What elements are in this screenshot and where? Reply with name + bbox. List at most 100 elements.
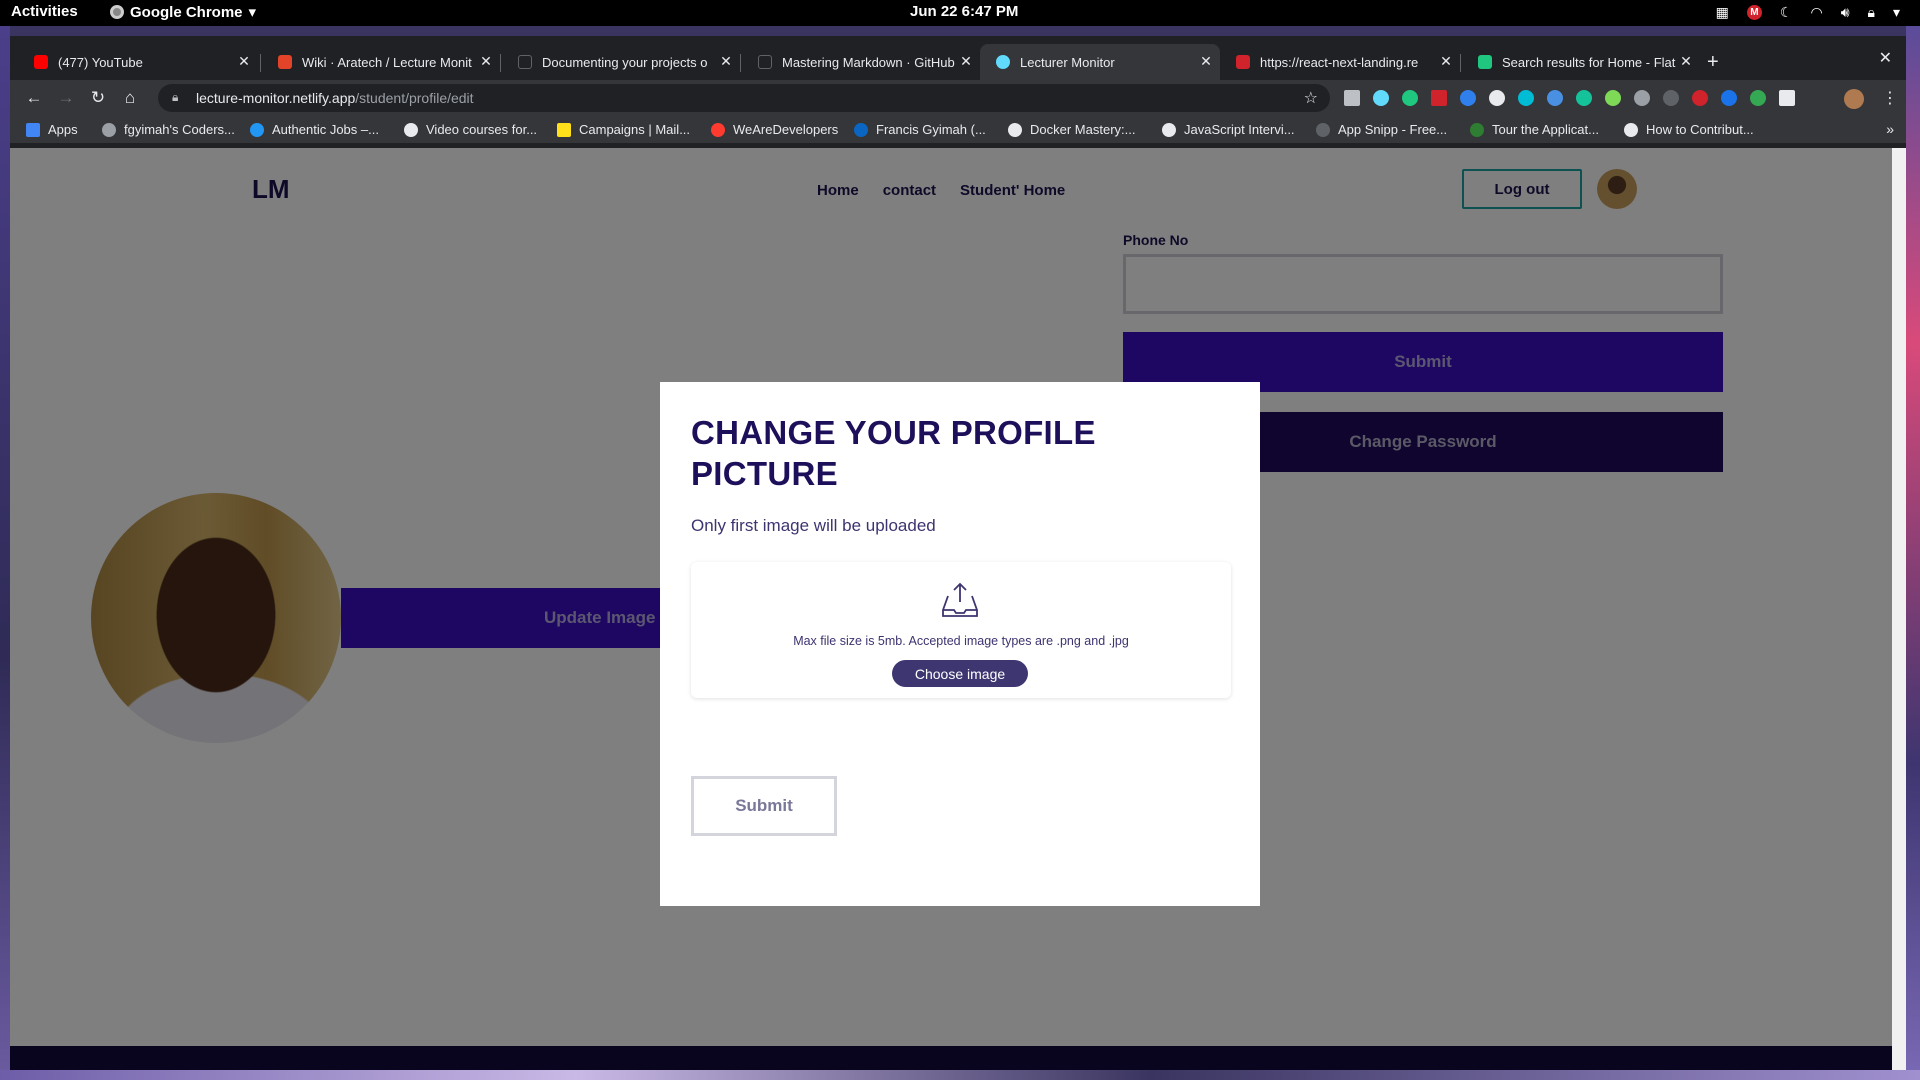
github-icon [758,55,772,69]
grammarly-icon[interactable] [1576,90,1592,106]
bookmark-label: Video courses for... [426,122,538,137]
url-path: /student/profile/edit [355,90,474,106]
chevron-down-icon[interactable]: ▾ [1893,4,1900,21]
shield-icon [1470,122,1484,137]
activities-button[interactable]: Activities [11,3,78,20]
lock-icon[interactable]: 🔒︎ [172,90,178,105]
bookmark-item[interactable]: Francis Gyimah (... [854,122,986,137]
tab-strip: (477) YouTube ✕ Wiki · Aratech / Lecture… [10,36,1906,84]
bookmark-item[interactable]: How to Contribut... [1624,122,1754,137]
puzzle-icon[interactable] [1779,90,1795,106]
bookmark-item[interactable]: Tour the Applicat... [1470,122,1599,137]
extension-icon[interactable] [1721,90,1737,106]
tab-title: Lecturer Monitor [1020,54,1115,70]
tab-lecturer-monitor[interactable]: Lecturer Monitor ✕ [980,44,1220,80]
extension-icon[interactable] [1489,90,1505,106]
lock-icon[interactable]: 🔒︎ [1868,4,1875,21]
chevron-down-icon: ▾ [248,4,257,21]
extension-icon[interactable] [1402,90,1418,106]
home-icon[interactable]: ⌂ [120,88,140,108]
vuetify-icon[interactable] [1344,90,1360,106]
workspace-icon[interactable]: ▦ [1716,4,1729,21]
tab-title: https://react-next-landing.re [1260,54,1419,70]
close-icon[interactable]: ✕ [478,53,494,70]
wifi-icon[interactable]: ◠ [1810,4,1822,21]
close-icon[interactable]: ✕ [958,53,974,70]
bookmark-label: Francis Gyimah (... [876,122,986,137]
mega-icon[interactable] [1692,90,1708,106]
clock[interactable]: Jun 22 6:47 PM [910,3,1018,20]
night-light-icon[interactable]: ☾ [1780,4,1793,21]
bookmark-item[interactable]: WeAreDevelopers [711,122,838,137]
upload-tray-icon [942,582,978,617]
bookmark-label: fgyimah's Coders... [124,122,235,137]
extension-icon[interactable] [1431,90,1447,106]
extension-icon[interactable] [1547,90,1563,106]
bookmark-item[interactable]: App Snipp - Free... [1316,122,1447,137]
tab-markdown[interactable]: Mastering Markdown · GitHub ✕ [742,44,980,80]
github-icon [518,55,532,69]
address-bar[interactable]: 🔒︎ lecture-monitor.netlify.app/student/p… [158,84,1330,112]
tab-documenting[interactable]: Documenting your projects o ✕ [502,44,740,80]
back-icon[interactable]: ← [24,88,44,108]
dropzone-hint: Max file size is 5mb. Accepted image typ… [793,634,1129,648]
bookmark-item[interactable]: Video courses for... [404,122,537,137]
modal-submit-button[interactable]: Submit [691,776,837,836]
close-icon[interactable]: ✕ [236,53,252,70]
tab-separator [1460,54,1461,72]
bookmark-label: JavaScript Intervi... [1184,122,1295,137]
bookmark-label: Tour the Applicat... [1492,122,1599,137]
change-picture-modal: CHANGE YOUR PROFILE PICTURE Only first i… [660,382,1260,906]
tab-flat-search[interactable]: Search results for Home - Flat ✕ [1462,44,1700,80]
scrollbar[interactable] [1892,148,1906,1070]
gnome-top-bar: Activities Google Chrome ▾ Jun 22 6:47 P… [0,0,1920,26]
globe-icon [1162,122,1176,137]
close-icon[interactable]: ✕ [718,53,734,70]
menu-icon[interactable]: ⋮ [1882,88,1898,108]
bookmark-star-icon[interactable]: ☆ [1304,88,1318,108]
tab-youtube[interactable]: (477) YouTube ✕ [18,44,258,80]
close-icon[interactable]: ✕ [1438,53,1454,70]
bookmark-item[interactable]: Campaigns | Mail... [557,122,690,137]
bookmark-item[interactable]: fgyimah's Coders... [102,122,235,137]
modal-title: CHANGE YOUR PROFILE PICTURE [691,414,1096,492]
bookmark-item[interactable]: Authentic Jobs –... [250,122,379,137]
extension-icon[interactable] [1518,90,1534,106]
extension-icon[interactable] [1750,90,1766,106]
bookmark-label: Apps [48,122,78,137]
choose-image-button[interactable]: Choose image [892,660,1028,687]
bookmark-apps[interactable]: Apps [26,122,78,137]
app-menu[interactable]: Google Chrome ▾ [110,3,256,21]
gitlab-icon [278,55,292,69]
mega-icon[interactable]: M [1746,5,1762,20]
youtube-icon [34,55,48,69]
extension-icon[interactable] [1460,90,1476,106]
bookmark-label: Docker Mastery:... [1030,122,1136,137]
window-close-icon[interactable]: ✕ [1879,48,1892,68]
reload-icon[interactable]: ↻ [88,88,108,108]
bookmark-label: WeAreDevelopers [733,122,839,137]
bookmark-label: How to Contribut... [1646,122,1754,137]
tab-react-next-landing[interactable]: https://react-next-landing.re ✕ [1220,44,1460,80]
react-devtools-icon[interactable] [1373,90,1389,106]
bookmark-icon [1624,122,1638,137]
close-icon[interactable]: ✕ [1678,53,1694,70]
system-tray[interactable]: ▦ M ☾ ◠ 🔊︎ 🔒︎ ▾ [1716,4,1900,21]
forward-icon[interactable]: → [56,88,76,108]
profile-avatar[interactable] [1844,89,1864,109]
chrome-window: (477) YouTube ✕ Wiki · Aratech / Lecture… [10,36,1906,1070]
more-bookmarks-icon[interactable]: » [1886,121,1894,137]
flat-icon [1478,55,1492,69]
close-icon[interactable]: ✕ [1198,53,1214,70]
bookmark-item[interactable]: JavaScript Intervi... [1162,122,1295,137]
extension-icon[interactable] [1634,90,1650,106]
new-tab-button[interactable]: + [1707,51,1719,74]
volume-icon[interactable]: 🔊︎ [1841,4,1850,21]
image-dropzone[interactable]: Max file size is 5mb. Accepted image typ… [691,562,1231,698]
extension-icon[interactable] [1605,90,1621,106]
globe-icon [404,122,418,137]
tab-wiki[interactable]: Wiki · Aratech / Lecture Monit ✕ [262,44,500,80]
bookmark-icon [1316,122,1330,137]
extension-icon[interactable] [1663,90,1679,106]
bookmark-item[interactable]: Docker Mastery:... [1008,122,1135,137]
